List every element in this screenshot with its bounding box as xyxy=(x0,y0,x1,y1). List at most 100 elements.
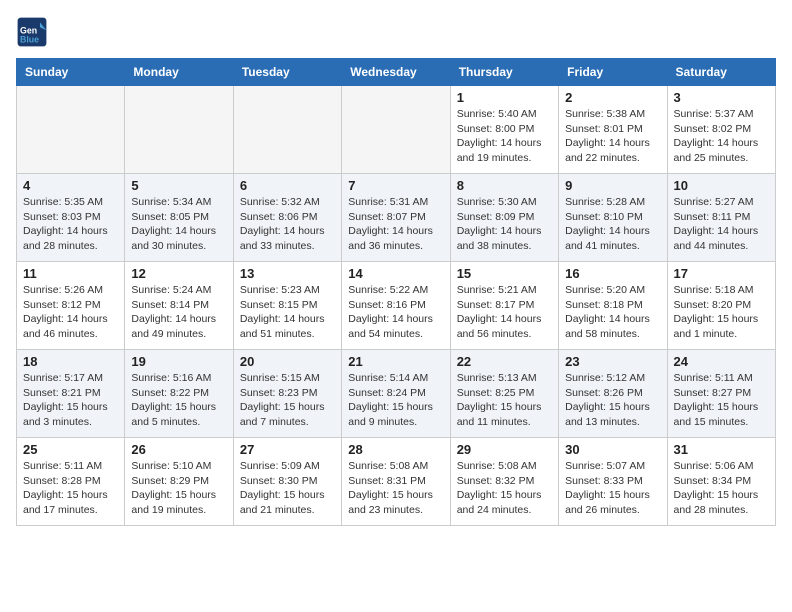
day-number: 22 xyxy=(457,354,552,369)
calendar-week-row: 11 Sunrise: 5:26 AM Sunset: 8:12 PM Dayli… xyxy=(17,262,776,350)
calendar-cell: 12Sunrise: 5:24 AM Sunset: 8:14 PM Dayli… xyxy=(125,262,233,350)
day-number: 29 xyxy=(457,442,552,457)
day-detail: Sunrise: 5:16 AM Sunset: 8:22 PM Dayligh… xyxy=(131,371,226,430)
day-detail: Sunrise: 5:34 AM Sunset: 8:05 PM Dayligh… xyxy=(131,195,226,254)
day-detail: Sunrise: 5:10 AM Sunset: 8:29 PM Dayligh… xyxy=(131,459,226,518)
day-detail: Sunrise: 5:30 AM Sunset: 8:09 PM Dayligh… xyxy=(457,195,552,254)
calendar-cell: 28 Sunrise: 5:08 AM Sunset: 8:31 PM Dayli… xyxy=(342,438,450,526)
day-number: 28 xyxy=(348,442,443,457)
calendar-cell: 24Sunrise: 5:11 AM Sunset: 8:27 PM Dayli… xyxy=(667,350,775,438)
calendar-cell: 29 Sunrise: 5:08 AM Sunset: 8:32 PM Dayli… xyxy=(450,438,558,526)
day-detail: Sunrise: 5:15 AM Sunset: 8:23 PM Dayligh… xyxy=(240,371,335,430)
calendar-cell: 27 Sunrise: 5:09 AM Sunset: 8:30 PM Dayli… xyxy=(233,438,341,526)
day-number: 30 xyxy=(565,442,660,457)
day-detail: Sunrise: 5:28 AM Sunset: 8:10 PM Dayligh… xyxy=(565,195,660,254)
day-detail: Sunrise: 5:12 AM Sunset: 8:26 PM Dayligh… xyxy=(565,371,660,430)
calendar-cell: 10Sunrise: 5:27 AM Sunset: 8:11 PM Dayli… xyxy=(667,174,775,262)
calendar-cell: 1 Sunrise: 5:40 AM Sunset: 8:00 PM Daylig… xyxy=(450,86,558,174)
calendar-week-row: 1 Sunrise: 5:40 AM Sunset: 8:00 PM Daylig… xyxy=(17,86,776,174)
weekday-header: Saturday xyxy=(667,59,775,86)
calendar-cell: 3 Sunrise: 5:37 AM Sunset: 8:02 PM Daylig… xyxy=(667,86,775,174)
day-number: 12 xyxy=(131,266,226,281)
weekday-header: Thursday xyxy=(450,59,558,86)
calendar-cell: 16 Sunrise: 5:20 AM Sunset: 8:18 PM Dayli… xyxy=(559,262,667,350)
day-number: 25 xyxy=(23,442,118,457)
day-detail: Sunrise: 5:31 AM Sunset: 8:07 PM Dayligh… xyxy=(348,195,443,254)
day-detail: Sunrise: 5:38 AM Sunset: 8:01 PM Dayligh… xyxy=(565,107,660,166)
calendar-cell xyxy=(17,86,125,174)
day-detail: Sunrise: 5:32 AM Sunset: 8:06 PM Dayligh… xyxy=(240,195,335,254)
calendar-cell: 4 Sunrise: 5:35 AM Sunset: 8:03 PM Daylig… xyxy=(17,174,125,262)
calendar-cell: 11 Sunrise: 5:26 AM Sunset: 8:12 PM Dayli… xyxy=(17,262,125,350)
calendar-cell: 2Sunrise: 5:38 AM Sunset: 8:01 PM Daylig… xyxy=(559,86,667,174)
calendar-cell: 13 Sunrise: 5:23 AM Sunset: 8:15 PM Dayli… xyxy=(233,262,341,350)
day-detail: Sunrise: 5:20 AM Sunset: 8:18 PM Dayligh… xyxy=(565,283,660,342)
day-detail: Sunrise: 5:14 AM Sunset: 8:24 PM Dayligh… xyxy=(348,371,443,430)
calendar-cell xyxy=(125,86,233,174)
day-number: 14 xyxy=(348,266,443,281)
day-detail: Sunrise: 5:21 AM Sunset: 8:17 PM Dayligh… xyxy=(457,283,552,342)
day-number: 23 xyxy=(565,354,660,369)
day-number: 1 xyxy=(457,90,552,105)
day-number: 3 xyxy=(674,90,769,105)
day-number: 31 xyxy=(674,442,769,457)
day-number: 9 xyxy=(565,178,660,193)
page-header: Gen Blue xyxy=(16,16,776,48)
calendar-cell: 9 Sunrise: 5:28 AM Sunset: 8:10 PM Daylig… xyxy=(559,174,667,262)
logo-icon: Gen Blue xyxy=(16,16,48,48)
day-number: 26 xyxy=(131,442,226,457)
day-number: 16 xyxy=(565,266,660,281)
day-number: 7 xyxy=(348,178,443,193)
day-detail: Sunrise: 5:06 AM Sunset: 8:34 PM Dayligh… xyxy=(674,459,769,518)
calendar-week-row: 4 Sunrise: 5:35 AM Sunset: 8:03 PM Daylig… xyxy=(17,174,776,262)
day-detail: Sunrise: 5:37 AM Sunset: 8:02 PM Dayligh… xyxy=(674,107,769,166)
day-detail: Sunrise: 5:26 AM Sunset: 8:12 PM Dayligh… xyxy=(23,283,118,342)
calendar-week-row: 25Sunrise: 5:11 AM Sunset: 8:28 PM Dayli… xyxy=(17,438,776,526)
calendar-cell: 26 Sunrise: 5:10 AM Sunset: 8:29 PM Dayli… xyxy=(125,438,233,526)
weekday-header: Sunday xyxy=(17,59,125,86)
calendar-cell: 17Sunrise: 5:18 AM Sunset: 8:20 PM Dayli… xyxy=(667,262,775,350)
calendar-cell: 18 Sunrise: 5:17 AM Sunset: 8:21 PM Dayli… xyxy=(17,350,125,438)
day-number: 17 xyxy=(674,266,769,281)
day-detail: Sunrise: 5:09 AM Sunset: 8:30 PM Dayligh… xyxy=(240,459,335,518)
day-number: 27 xyxy=(240,442,335,457)
calendar-cell: 20 Sunrise: 5:15 AM Sunset: 8:23 PM Dayli… xyxy=(233,350,341,438)
day-detail: Sunrise: 5:08 AM Sunset: 8:32 PM Dayligh… xyxy=(457,459,552,518)
day-number: 20 xyxy=(240,354,335,369)
calendar-cell: 5 Sunrise: 5:34 AM Sunset: 8:05 PM Daylig… xyxy=(125,174,233,262)
calendar-cell: 19 Sunrise: 5:16 AM Sunset: 8:22 PM Dayli… xyxy=(125,350,233,438)
calendar-cell: 6Sunrise: 5:32 AM Sunset: 8:06 PM Daylig… xyxy=(233,174,341,262)
calendar-cell: 31 Sunrise: 5:06 AM Sunset: 8:34 PM Dayli… xyxy=(667,438,775,526)
calendar-cell: 25Sunrise: 5:11 AM Sunset: 8:28 PM Dayli… xyxy=(17,438,125,526)
logo: Gen Blue xyxy=(16,16,52,48)
weekday-header: Friday xyxy=(559,59,667,86)
day-number: 19 xyxy=(131,354,226,369)
calendar-cell: 8 Sunrise: 5:30 AM Sunset: 8:09 PM Daylig… xyxy=(450,174,558,262)
day-number: 11 xyxy=(23,266,118,281)
calendar-week-row: 18 Sunrise: 5:17 AM Sunset: 8:21 PM Dayli… xyxy=(17,350,776,438)
day-detail: Sunrise: 5:11 AM Sunset: 8:27 PM Dayligh… xyxy=(674,371,769,430)
calendar-cell: 7 Sunrise: 5:31 AM Sunset: 8:07 PM Daylig… xyxy=(342,174,450,262)
calendar-cell: 21 Sunrise: 5:14 AM Sunset: 8:24 PM Dayli… xyxy=(342,350,450,438)
day-detail: Sunrise: 5:27 AM Sunset: 8:11 PM Dayligh… xyxy=(674,195,769,254)
day-number: 18 xyxy=(23,354,118,369)
day-number: 13 xyxy=(240,266,335,281)
svg-text:Blue: Blue xyxy=(20,34,39,44)
day-number: 5 xyxy=(131,178,226,193)
day-detail: Sunrise: 5:23 AM Sunset: 8:15 PM Dayligh… xyxy=(240,283,335,342)
calendar-table: SundayMondayTuesdayWednesdayThursdayFrid… xyxy=(16,58,776,526)
day-number: 21 xyxy=(348,354,443,369)
calendar-cell: 23 Sunrise: 5:12 AM Sunset: 8:26 PM Dayli… xyxy=(559,350,667,438)
day-number: 4 xyxy=(23,178,118,193)
day-detail: Sunrise: 5:22 AM Sunset: 8:16 PM Dayligh… xyxy=(348,283,443,342)
day-detail: Sunrise: 5:13 AM Sunset: 8:25 PM Dayligh… xyxy=(457,371,552,430)
day-detail: Sunrise: 5:17 AM Sunset: 8:21 PM Dayligh… xyxy=(23,371,118,430)
calendar-cell: 14 Sunrise: 5:22 AM Sunset: 8:16 PM Dayli… xyxy=(342,262,450,350)
day-detail: Sunrise: 5:07 AM Sunset: 8:33 PM Dayligh… xyxy=(565,459,660,518)
day-detail: Sunrise: 5:08 AM Sunset: 8:31 PM Dayligh… xyxy=(348,459,443,518)
day-number: 8 xyxy=(457,178,552,193)
calendar-cell: 30 Sunrise: 5:07 AM Sunset: 8:33 PM Dayli… xyxy=(559,438,667,526)
calendar-cell: 22 Sunrise: 5:13 AM Sunset: 8:25 PM Dayli… xyxy=(450,350,558,438)
day-detail: Sunrise: 5:40 AM Sunset: 8:00 PM Dayligh… xyxy=(457,107,552,166)
day-detail: Sunrise: 5:35 AM Sunset: 8:03 PM Dayligh… xyxy=(23,195,118,254)
